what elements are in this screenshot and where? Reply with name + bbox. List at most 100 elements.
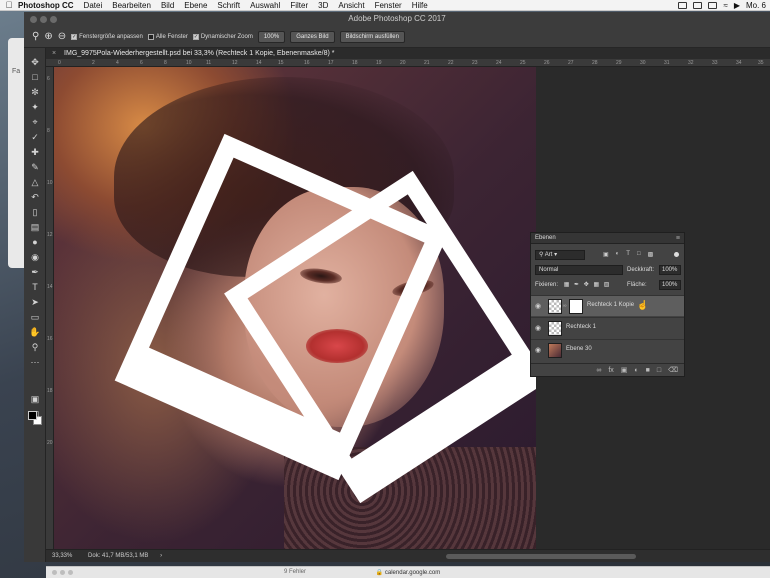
zoom-in-icon[interactable]: ⊕ xyxy=(44,31,52,42)
new-layer-icon[interactable]: □ xyxy=(657,367,661,374)
fill-input[interactable]: 100% xyxy=(659,280,681,290)
more-tools-icon[interactable]: ⋯ xyxy=(28,356,42,369)
vertical-ruler[interactable]: 6 8 10 12 14 16 18 20 xyxy=(46,67,54,549)
layer-row-rechteck-1[interactable]: ◉ Rechteck 1 xyxy=(531,317,684,338)
pixel-filter-icon[interactable]: ▣ xyxy=(603,251,609,258)
display-icon[interactable] xyxy=(693,2,703,9)
menu-datei[interactable]: Datei xyxy=(84,1,103,10)
hand-tool-icon[interactable]: ✋ xyxy=(28,326,42,339)
scrubby-zoom-checkbox[interactable]: ✓ Dynamischer Zoom xyxy=(192,33,253,40)
type-tool-icon[interactable]: T xyxy=(28,281,42,294)
healing-brush-tool-icon[interactable]: ✚ xyxy=(28,146,42,159)
lasso-tool-icon[interactable]: ✼ xyxy=(28,86,42,99)
dropbox-icon[interactable] xyxy=(678,2,688,9)
lock-artboard-icon[interactable]: ▦ xyxy=(593,282,599,288)
clone-stamp-tool-icon[interactable]: △ xyxy=(28,176,42,189)
menu-schrift[interactable]: Schrift xyxy=(217,1,240,10)
ruler-label: 14 xyxy=(256,60,262,66)
adjustment-layer-icon[interactable]: ◐ xyxy=(634,367,638,374)
visibility-eye-icon[interactable]: ◉ xyxy=(535,324,541,332)
apple-icon[interactable]:  xyxy=(0,0,18,10)
blend-mode-select[interactable]: Normal xyxy=(535,265,623,275)
mask-link-icon[interactable]: ∞ xyxy=(563,303,567,309)
marquee-tool-icon[interactable]: □ xyxy=(28,71,42,84)
browser-url[interactable]: 🔒 calendar.google.com xyxy=(46,569,770,576)
visibility-eye-icon[interactable]: ◉ xyxy=(535,302,541,310)
eyedropper-tool-icon[interactable]: ✓ xyxy=(28,131,42,144)
crop-tool-icon[interactable]: ⌖ xyxy=(28,116,42,129)
wifi-icon[interactable]: ≈ xyxy=(723,1,727,10)
zoom-tool-icon[interactable]: ⚲ xyxy=(32,31,39,42)
zoom-out-icon[interactable]: ⊖ xyxy=(58,31,66,42)
lock-transparent-icon[interactable]: ▦ xyxy=(564,282,570,288)
minimize-window-button[interactable] xyxy=(40,16,47,23)
volume-icon[interactable]: ▶ xyxy=(734,1,740,10)
menu-3d[interactable]: 3D xyxy=(318,1,328,10)
status-arrow-icon[interactable]: › xyxy=(160,553,162,559)
portrait-image[interactable] xyxy=(54,67,536,549)
menu-fenster[interactable]: Fenster xyxy=(375,1,402,10)
smart-object-filter-icon[interactable]: ▩ xyxy=(648,251,654,258)
layer-row-ebene-30[interactable]: ◉ Ebene 30 xyxy=(531,339,684,360)
menu-app-name[interactable]: Photoshop CC xyxy=(18,1,74,10)
layer-style-icon[interactable]: fx xyxy=(608,367,613,374)
background-browser-window[interactable]: 9 Fehler 🔒 calendar.google.com xyxy=(46,566,770,578)
link-layers-icon[interactable]: ∞ xyxy=(596,367,601,374)
layer-mask-thumbnail[interactable] xyxy=(569,299,583,314)
dodge-tool-icon[interactable]: ◉ xyxy=(28,251,42,264)
layer-row-rechteck-1-kopie[interactable]: ◉ ∞ Rechteck 1 Kopie ☝ xyxy=(531,295,684,316)
close-window-button[interactable] xyxy=(30,16,37,23)
type-filter-icon[interactable]: T xyxy=(626,251,630,258)
history-brush-tool-icon[interactable]: ↶ xyxy=(28,191,42,204)
new-group-icon[interactable]: ■ xyxy=(646,367,650,374)
add-mask-icon[interactable]: ▣ xyxy=(621,366,628,374)
fill-screen-button[interactable]: Bildschirm ausfüllen xyxy=(339,30,405,43)
lock-all-icon[interactable]: ▨ xyxy=(604,282,610,288)
layers-panel-header[interactable]: Ebenen ≡ xyxy=(531,233,684,244)
lock-position-icon[interactable]: ✥ xyxy=(584,282,589,288)
time-machine-icon[interactable] xyxy=(708,2,718,9)
eraser-tool-icon[interactable]: ▯ xyxy=(28,206,42,219)
horizontal-ruler[interactable]: 0 2 4 6 8 10 11 12 14 15 16 17 18 19 20 … xyxy=(46,59,770,67)
brush-tool-icon[interactable]: ✎ xyxy=(28,161,42,174)
filter-toggle[interactable] xyxy=(674,252,679,257)
menu-filter[interactable]: Filter xyxy=(290,1,308,10)
zoom-level[interactable]: 33,33% xyxy=(52,553,72,559)
shape-filter-icon[interactable]: □ xyxy=(637,251,641,258)
zoom-tool-icon[interactable]: ⚲ xyxy=(28,341,42,354)
foreground-color-swatch[interactable] xyxy=(28,411,37,420)
gradient-tool-icon[interactable]: ▤ xyxy=(28,221,42,234)
ruler-label: 8 xyxy=(164,60,167,66)
trash-icon[interactable]: ⌫ xyxy=(668,366,678,374)
lock-image-icon[interactable]: ✒ xyxy=(574,282,579,288)
blur-tool-icon[interactable]: ● xyxy=(28,236,42,249)
menu-ebene[interactable]: Ebene xyxy=(184,1,207,10)
ruler-label: 24 xyxy=(496,60,502,66)
fit-screen-button[interactable]: Ganzes Bild xyxy=(290,30,335,43)
document-tab[interactable]: × IMG_9975Pola-Wiederhergestellt.psd bei… xyxy=(46,48,770,59)
horizontal-scrollbar[interactable] xyxy=(446,554,636,559)
menu-ansicht[interactable]: Ansicht xyxy=(338,1,364,10)
filter-kind-select[interactable]: ⚲ Art ▾ xyxy=(535,250,585,260)
document-size[interactable]: Dok: 41,7 MB/53,1 MB xyxy=(88,553,148,559)
zoom-window-button[interactable] xyxy=(50,16,57,23)
close-document-icon[interactable]: × xyxy=(52,50,56,57)
menu-bild[interactable]: Bild xyxy=(161,1,174,10)
zoom-100-button[interactable]: 100% xyxy=(257,30,286,43)
quick-mask-icon[interactable]: ▣ xyxy=(28,393,42,406)
rectangle-tool-icon[interactable]: ▭ xyxy=(28,311,42,324)
opacity-input[interactable]: 100% xyxy=(659,265,681,275)
panel-menu-icon[interactable]: ≡ xyxy=(676,233,680,244)
quick-select-tool-icon[interactable]: ✦ xyxy=(28,101,42,114)
clock[interactable]: Mo. 6 xyxy=(746,1,766,10)
pen-tool-icon[interactable]: ✒ xyxy=(28,266,42,279)
all-windows-checkbox[interactable]: Alle Fenster xyxy=(147,33,188,40)
move-tool-icon[interactable]: ✥ xyxy=(28,56,42,69)
menu-auswahl[interactable]: Auswahl xyxy=(250,1,280,10)
path-selection-tool-icon[interactable]: ➤ xyxy=(28,296,42,309)
adjustment-filter-icon[interactable]: ◐ xyxy=(616,251,620,258)
visibility-eye-icon[interactable]: ◉ xyxy=(535,346,541,354)
resize-windows-checkbox[interactable]: ✓ Fenstergröße anpassen xyxy=(71,33,143,40)
menu-hilfe[interactable]: Hilfe xyxy=(412,1,428,10)
menu-bearbeiten[interactable]: Bearbeiten xyxy=(112,1,151,10)
